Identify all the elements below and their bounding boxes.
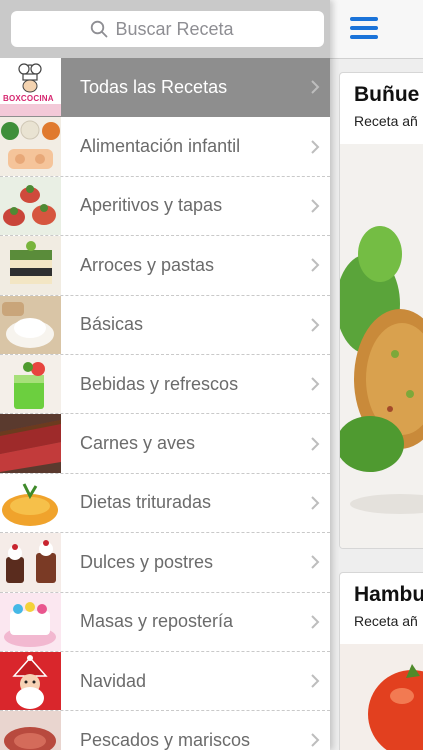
chevron-right-icon (300, 436, 330, 452)
sidebar-item-dulces-y-postres[interactable]: Dulces y postres (0, 533, 330, 593)
category-list: BOXCOCINA Todas las Recetas Alimentación… (0, 58, 330, 750)
sidebar-item-label: Todas las Recetas (80, 76, 228, 97)
recipe-card-title: Hambu (354, 583, 423, 606)
recipe-content-panel: Buñue Receta añ Hambu Receta añ (330, 0, 423, 750)
chevron-right-icon (300, 79, 330, 95)
chevron-right-icon (300, 198, 330, 214)
baby-food-photo (0, 117, 61, 176)
chevron-right-icon (300, 673, 330, 689)
chevron-right-icon (300, 139, 330, 155)
chevron-right-icon (300, 495, 330, 511)
chevron-right-icon (300, 376, 330, 392)
puree-photo (0, 473, 61, 533)
tapas-photo (0, 176, 61, 236)
logo-text: BOXCOCINA (3, 94, 54, 103)
sidebar-item-label: Carnes y aves (80, 433, 196, 454)
desserts-photo (0, 533, 61, 592)
flour-photo (0, 295, 61, 354)
recipe-card[interactable]: Hambu Receta añ (339, 572, 423, 750)
chevron-right-icon (300, 732, 330, 748)
sidebar-item-carnes-y-aves[interactable]: Carnes y aves (0, 414, 330, 474)
recipe-card[interactable]: Buñue Receta añ (339, 72, 423, 549)
chevron-right-icon (300, 317, 330, 333)
sidebar-item-bebidas-y-refrescos[interactable]: Bebidas y refrescos (0, 354, 330, 415)
christmas-photo (0, 651, 61, 711)
sidebar-item-todas-las-recetas[interactable]: BOXCOCINA Todas las Recetas (0, 58, 330, 118)
sidebar-item-arroces-y-pastas[interactable]: Arroces y pastas (0, 236, 330, 296)
search-icon (90, 20, 107, 38)
recipe-card-subtitle: Receta añ (354, 613, 418, 629)
sidebar-item-label: Pescados y mariscos (80, 729, 251, 750)
search-box[interactable] (11, 11, 324, 47)
search-input[interactable] (115, 18, 246, 40)
sidebar-item-label: Arroces y pastas (80, 254, 215, 275)
sidebar-item-label: Dietas trituradas (80, 492, 212, 513)
top-bar (330, 0, 423, 59)
sidebar-item-pescados-y-mariscos[interactable]: Pescados y mariscos (0, 711, 330, 750)
sidebar-item-masas-y-reposteria[interactable]: Masas y repostería (0, 592, 330, 652)
sidebar-item-dietas-trituradas[interactable]: Dietas trituradas (0, 473, 330, 534)
recipe-card-title: Buñue (354, 83, 420, 106)
tomato-photo (340, 644, 423, 750)
category-sidebar: BOXCOCINA Todas las Recetas Alime (0, 0, 330, 750)
sidebar-item-navidad[interactable]: Navidad (0, 651, 330, 712)
recipe-card-subtitle: Receta añ (354, 113, 418, 129)
sidebar-item-label: Básicas (80, 314, 144, 335)
sidebar-item-basicas[interactable]: Básicas (0, 295, 330, 355)
boxcocina-logo: BOXCOCINA (0, 58, 61, 117)
fritter-salad-photo (340, 144, 423, 548)
search-bar (0, 0, 330, 58)
meat-photo (0, 414, 61, 473)
sidebar-item-label: Aperitivos y tapas (80, 195, 223, 216)
sidebar-item-label: Navidad (80, 670, 147, 691)
sidebar-item-aperitivos-y-tapas[interactable]: Aperitivos y tapas (0, 176, 330, 237)
sidebar-item-label: Alimentación infantil (80, 136, 241, 157)
rice-pasta-photo (0, 236, 61, 295)
sidebar-item-label: Bebidas y refrescos (80, 373, 239, 394)
hamburger-menu-icon[interactable] (350, 17, 378, 39)
drinks-photo (0, 354, 61, 414)
sidebar-item-alimentacion-infantil[interactable]: Alimentación infantil (0, 117, 330, 177)
seafood-photo (0, 711, 61, 750)
sidebar-item-label: Masas y repostería (80, 611, 234, 632)
sidebar-item-label: Dulces y postres (80, 551, 214, 572)
pastry-photo (0, 592, 61, 651)
chevron-right-icon (300, 554, 330, 570)
chevron-right-icon (300, 257, 330, 273)
chevron-right-icon (300, 614, 330, 630)
